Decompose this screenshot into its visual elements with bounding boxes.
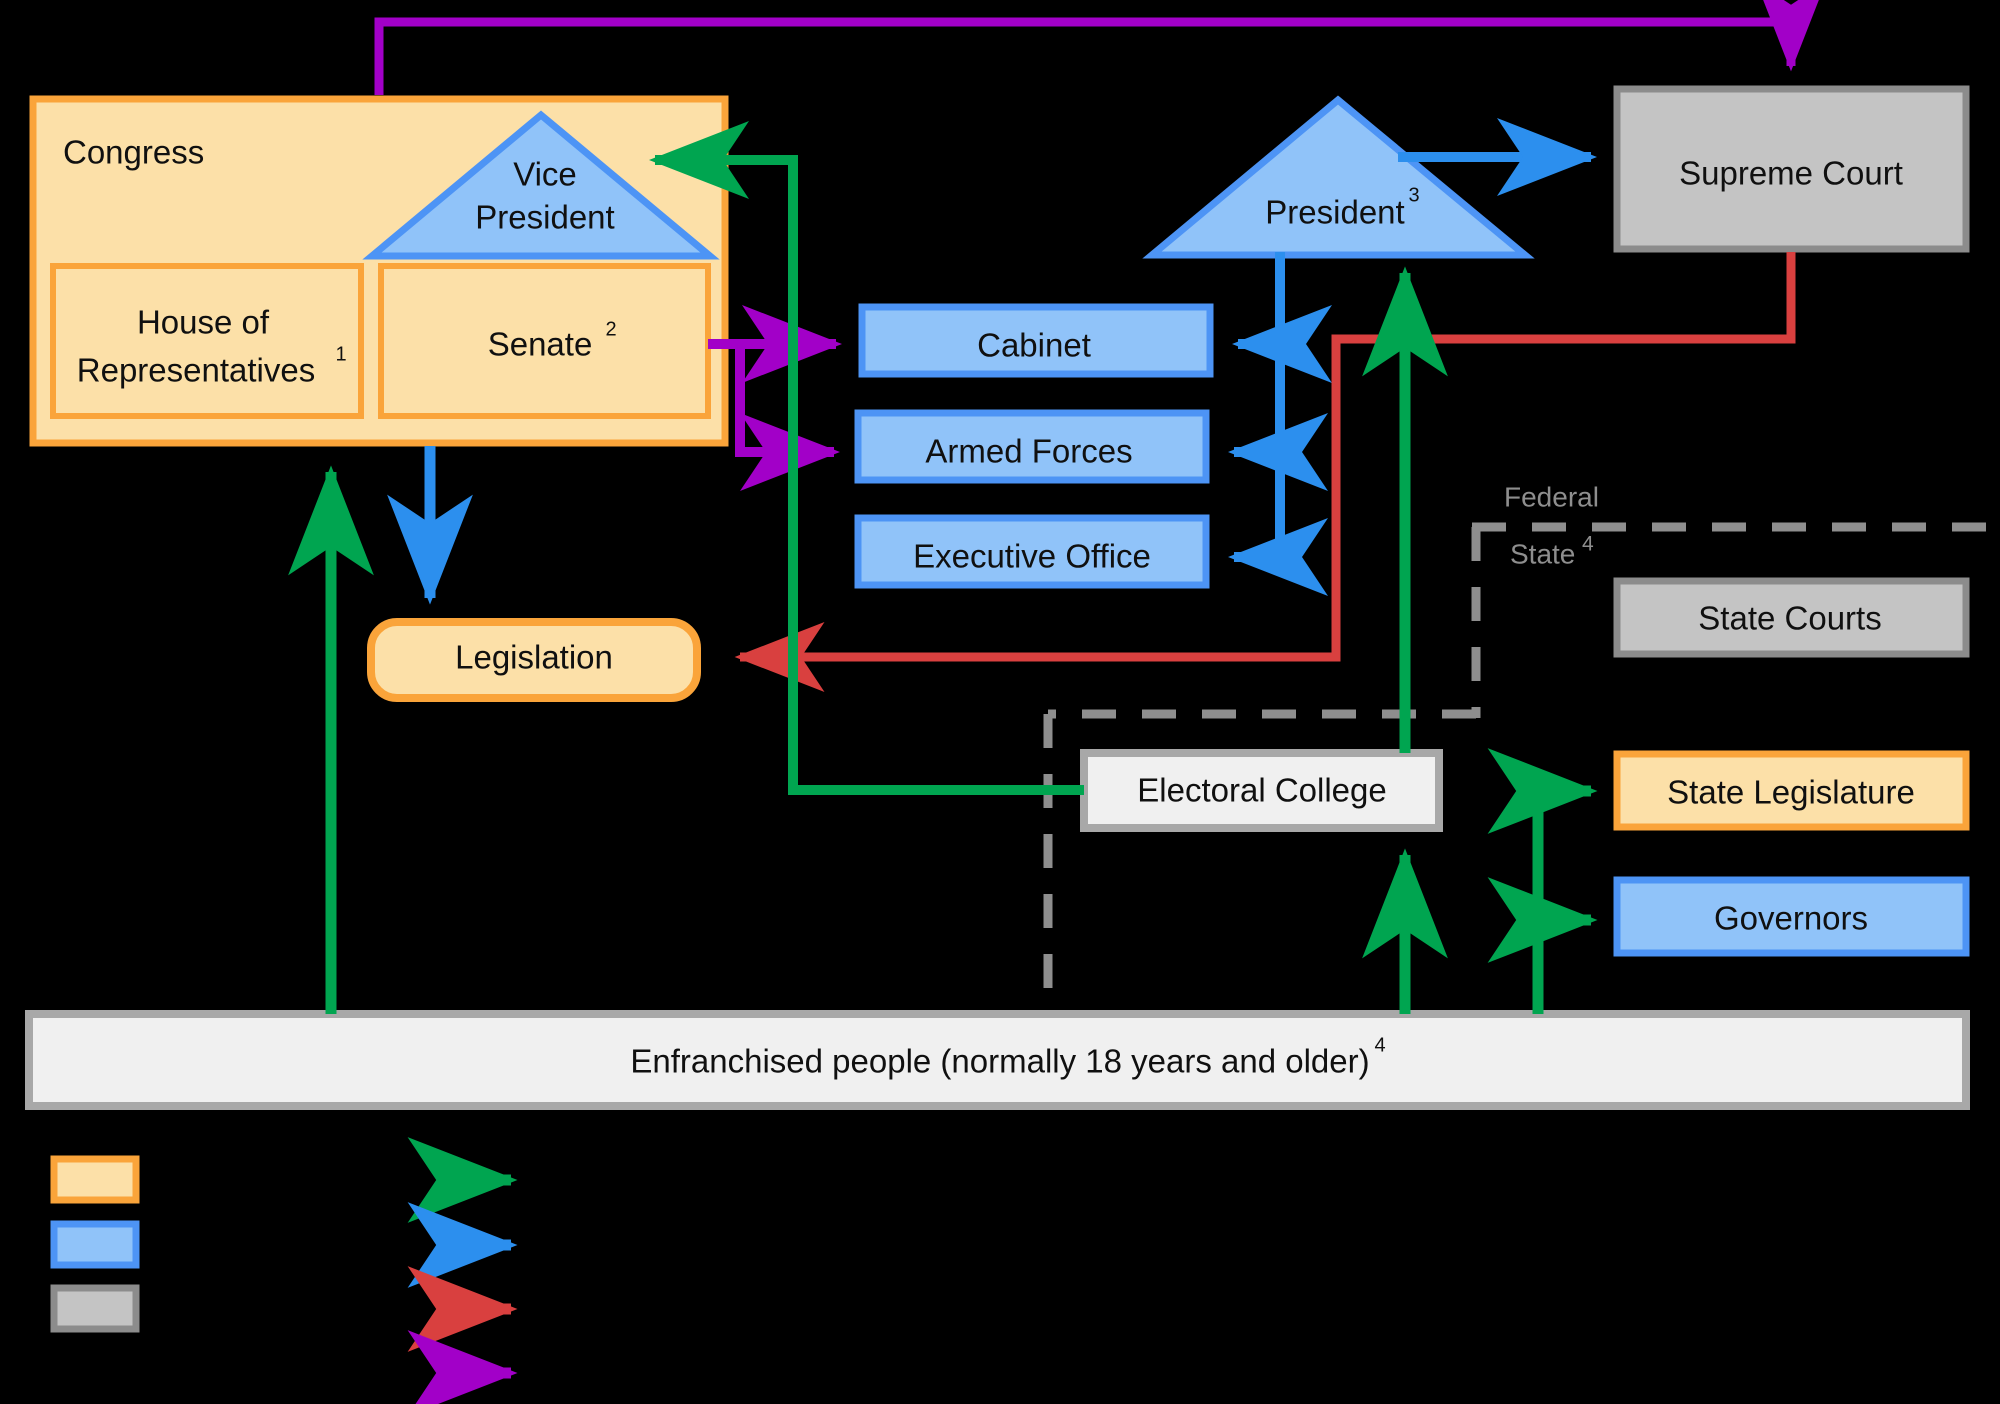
house-footnote: 1 bbox=[335, 343, 346, 365]
connector-senate-to-armed-forces bbox=[735, 344, 841, 491]
president-footnote: 3 bbox=[1408, 184, 1419, 206]
state-legislature-label: State Legislature bbox=[1667, 774, 1915, 811]
connector-president-to-cabinet bbox=[1231, 252, 1332, 383]
legend bbox=[50, 1137, 518, 1404]
connector-people-to-state-legislature bbox=[1487, 748, 1598, 1014]
government-structure-diagram: Congress Vice President House of Represe… bbox=[25, 0, 2000, 1404]
house-label-line2: Representatives bbox=[77, 352, 315, 389]
president-node[interactable]: President 3 bbox=[1142, 95, 1535, 259]
legislation-label: Legislation bbox=[455, 639, 613, 676]
armed-forces-box[interactable]: Armed Forces bbox=[854, 409, 1210, 484]
legend-swatch-judicial bbox=[50, 1284, 140, 1333]
diagram-canvas: Congress Vice President House of Represe… bbox=[0, 0, 2000, 1404]
legislation-box[interactable]: Legislation bbox=[367, 618, 701, 702]
state-courts-box[interactable]: State Courts bbox=[1613, 577, 1970, 658]
state-zone-label: State bbox=[1510, 538, 1575, 569]
state-zone-footnote: 4 bbox=[1582, 533, 1594, 556]
electoral-college-box[interactable]: Electoral College bbox=[1080, 749, 1443, 832]
executive-office-box[interactable]: Executive Office bbox=[854, 514, 1210, 589]
senate-label: Senate bbox=[488, 326, 593, 363]
legend-swatch-legislative bbox=[50, 1155, 140, 1204]
state-courts-label: State Courts bbox=[1698, 600, 1881, 637]
cabinet-label: Cabinet bbox=[977, 327, 1091, 364]
congress-label: Congress bbox=[63, 134, 204, 171]
executive-office-label: Executive Office bbox=[913, 538, 1151, 575]
federal-zone-label: Federal bbox=[1504, 481, 1599, 512]
house-of-representatives-box[interactable]: House of Representatives 1 bbox=[50, 263, 364, 419]
people-footnote: 4 bbox=[1374, 1034, 1385, 1056]
connector-president-to-armed-forces bbox=[1227, 344, 1328, 491]
people-label: Enfranchised people (normally 18 years a… bbox=[630, 1043, 1369, 1080]
electoral-college-label: Electoral College bbox=[1137, 772, 1386, 809]
senate-box[interactable]: Senate 2 bbox=[378, 263, 711, 419]
vice-president-label-line1: Vice bbox=[513, 156, 577, 193]
state-legislature-box[interactable]: State Legislature bbox=[1613, 750, 1970, 831]
supreme-court-box[interactable]: Supreme Court bbox=[1613, 85, 1970, 253]
house-label-line1: House of bbox=[137, 304, 270, 341]
connector-congress-to-supreme-court bbox=[374, 0, 1827, 95]
governors-label: Governors bbox=[1714, 900, 1868, 937]
governors-box[interactable]: Governors bbox=[1613, 876, 1970, 957]
supreme-court-label: Supreme Court bbox=[1679, 155, 1903, 192]
cabinet-box[interactable]: Cabinet bbox=[858, 303, 1214, 378]
vice-president-label-line2: President bbox=[475, 199, 614, 236]
president-label: President bbox=[1265, 194, 1404, 231]
connector-president-to-executive-office bbox=[1227, 452, 1328, 596]
senate-footnote: 2 bbox=[605, 318, 616, 340]
armed-forces-label: Armed Forces bbox=[925, 433, 1132, 470]
legend-swatch-executive bbox=[50, 1220, 140, 1269]
enfranchised-people-bar[interactable]: Enfranchised people (normally 18 years a… bbox=[25, 1010, 1970, 1110]
